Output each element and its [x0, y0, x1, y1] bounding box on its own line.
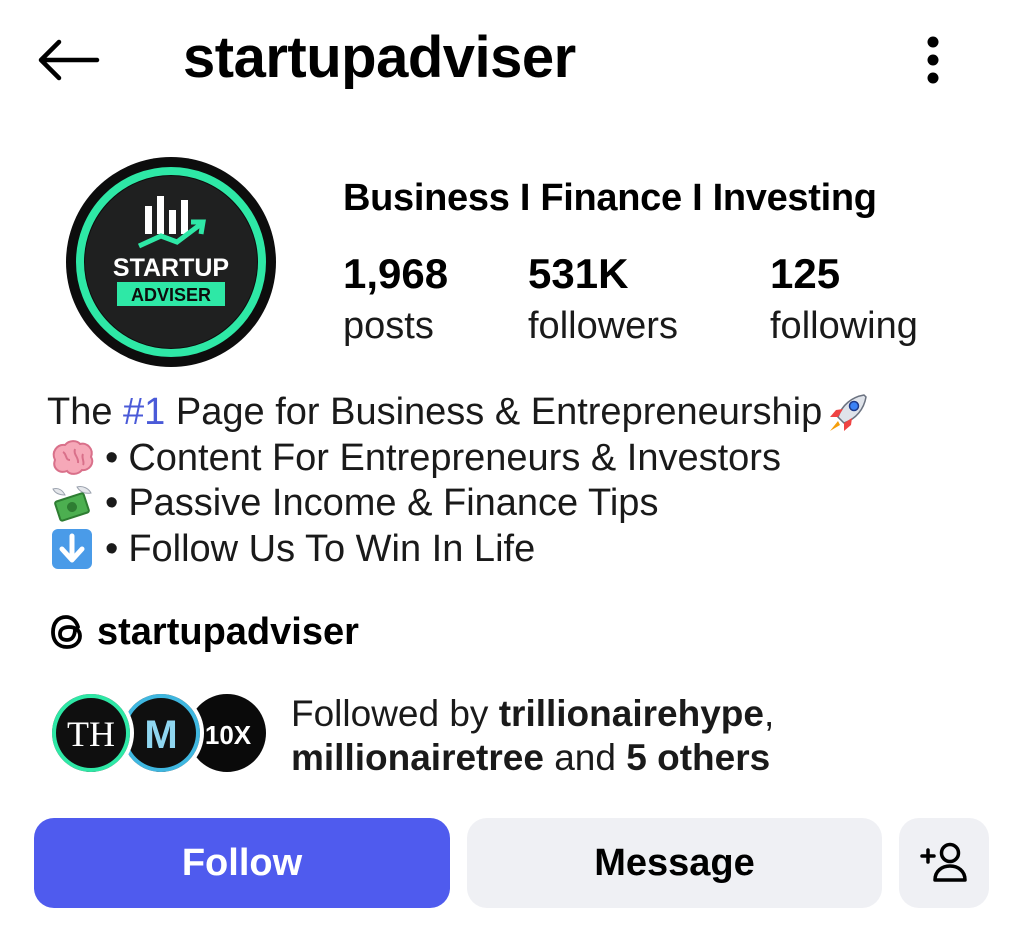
money-with-wings-icon — [47, 483, 97, 525]
more-options-button[interactable] — [908, 28, 958, 92]
following-count: 125 — [770, 250, 841, 297]
bio-line-2-text: Content For Entrepreneurs & Investors — [128, 436, 781, 479]
followed-by-and: and — [543, 737, 627, 778]
threads-link[interactable]: startupadviser — [47, 608, 359, 656]
message-button[interactable]: Message — [467, 818, 882, 908]
followed-by-others: 5 others — [626, 737, 771, 778]
posts-label: posts — [343, 305, 434, 347]
bio-hashtag-link[interactable]: #1 — [123, 390, 165, 436]
bio-line-4-text: Follow Us To Win In Life — [128, 527, 536, 570]
profile-category: Business I Finance I Investing — [343, 177, 877, 219]
following-stat[interactable]: 125 following — [770, 249, 918, 353]
bio-bullet-2: • — [105, 436, 119, 479]
followers-stat[interactable]: 531K followers — [528, 249, 678, 353]
rocket-icon — [822, 392, 872, 434]
arrow-left-icon — [38, 39, 100, 81]
bio-line-1-before: The — [47, 391, 124, 433]
bio-line-3: • Passive Income & Finance Tips — [47, 481, 872, 527]
followers-label: followers — [528, 305, 678, 347]
follower-avatar-1: TH — [48, 690, 134, 776]
suggested-users-button[interactable] — [899, 818, 989, 908]
threads-username: startupadviser — [97, 611, 359, 653]
profile-bio: The #1 Page for Business & Entrepreneurs… — [47, 390, 872, 572]
profile-username-title: startupadviser — [183, 25, 576, 90]
followed-by-user-1: trillionairehype — [498, 693, 764, 734]
bio-line-1-after: Page for Business & Entrepreneurship — [165, 391, 823, 433]
profile-avatar[interactable]: STARTUP ADVISER — [65, 156, 277, 368]
more-vertical-icon — [927, 36, 939, 84]
posts-stat[interactable]: 1,968 posts — [343, 249, 448, 353]
avatar-line1: STARTUP — [113, 254, 229, 282]
top-bar: startupadviser — [0, 0, 1024, 118]
followers-count: 531K — [528, 250, 629, 297]
follower-avatar-1-initials: TH — [67, 714, 115, 754]
followed-by-prefix: Followed by — [291, 693, 499, 734]
bio-line-1: The #1 Page for Business & Entrepreneurs… — [47, 390, 872, 436]
posts-count: 1,968 — [343, 250, 449, 297]
down-arrow-box-icon — [47, 528, 97, 570]
followed-by-comma: , — [763, 693, 775, 734]
followed-by-avatars[interactable]: TH M 10X — [48, 690, 270, 776]
avatar-line2: ADVISER — [131, 285, 211, 305]
follower-avatar-2-initials: M — [144, 713, 177, 757]
bio-line-2: • Content For Entrepreneurs & Investors — [47, 436, 872, 482]
followed-by-text[interactable]: Followed by trillionairehype, millionair… — [291, 692, 774, 780]
bio-bullet-3: • — [105, 482, 119, 524]
bio-bullet-4: • — [105, 527, 119, 570]
back-button[interactable] — [30, 28, 106, 92]
followed-by-user-2: millionairetree — [291, 737, 544, 778]
threads-icon — [51, 615, 82, 649]
add-person-icon — [920, 842, 967, 882]
bio-line-4: • Follow Us To Win In Life — [47, 527, 872, 573]
following-label: following — [770, 305, 918, 347]
bio-line-3-text: Passive Income & Finance Tips — [128, 482, 659, 524]
brain-icon — [47, 437, 97, 479]
follow-button[interactable]: Follow — [34, 818, 450, 908]
follower-avatar-3-initials: 10X — [205, 720, 252, 750]
